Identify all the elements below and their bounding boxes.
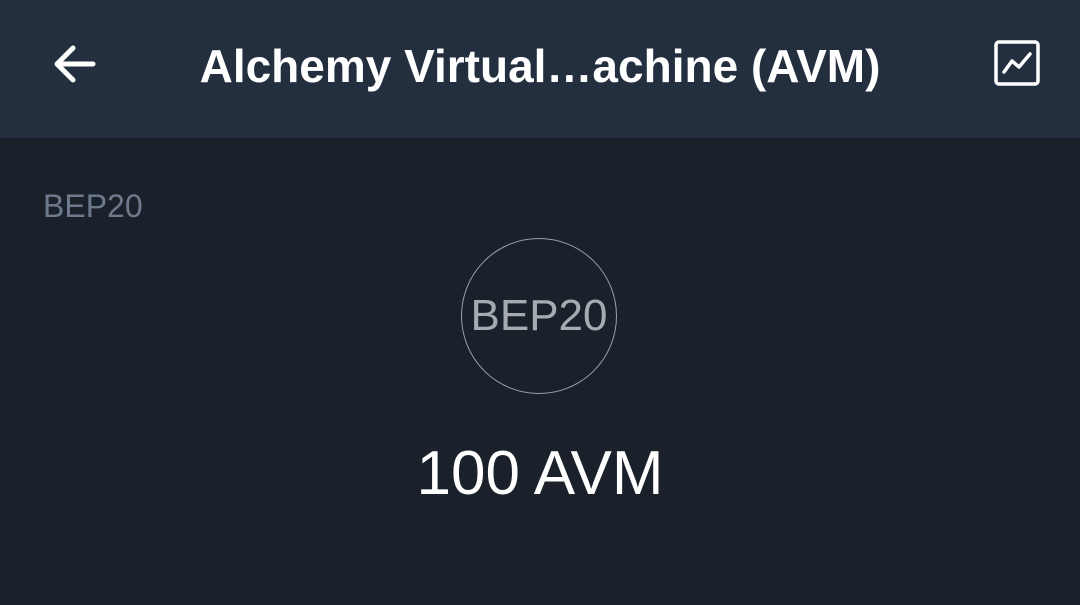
top-app-bar: Alchemy Virtual…achine (AVM)	[0, 0, 1080, 138]
network-label: BEP20	[43, 188, 143, 224]
chart-button[interactable]	[984, 32, 1050, 98]
chart-icon	[993, 39, 1041, 92]
back-button[interactable]	[40, 32, 108, 100]
page-title: Alchemy Virtual…achine (AVM)	[199, 40, 881, 92]
token-logo-text: BEP20	[470, 291, 608, 340]
token-logo: BEP20	[461, 238, 617, 394]
arrow-left-icon	[51, 44, 97, 89]
token-detail-panel: BEP20 BEP20 100 AVM	[0, 138, 1080, 605]
token-amount: 100 AVM	[416, 439, 664, 508]
